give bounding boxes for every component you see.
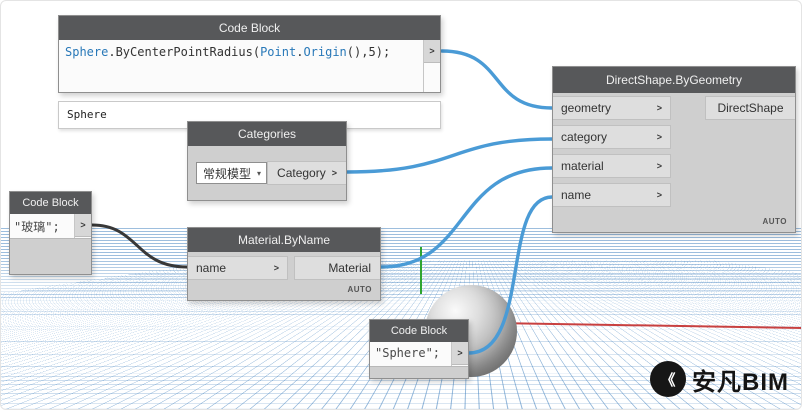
port-chevron-icon: > bbox=[657, 132, 662, 142]
code-input[interactable]: "玻璃"; bbox=[10, 214, 74, 238]
input-port-category[interactable]: category > bbox=[553, 125, 671, 149]
node-title[interactable]: Material.ByName bbox=[188, 228, 380, 252]
input-port-material[interactable]: material > bbox=[553, 154, 671, 178]
port-chevron-icon: > bbox=[80, 220, 85, 230]
port-chevron-icon: > bbox=[457, 348, 462, 358]
code-token: 5 bbox=[368, 45, 375, 59]
output-port-directshape[interactable]: DirectShape bbox=[705, 96, 795, 120]
port-label: geometry bbox=[561, 101, 611, 115]
wire-category-to-category[interactable] bbox=[347, 139, 552, 172]
brand-logo-icon: 《 bbox=[650, 361, 686, 397]
port-chevron-icon: > bbox=[332, 168, 337, 178]
port-label: name bbox=[196, 261, 226, 275]
code-token: .ByCenterPointRadius( bbox=[108, 45, 260, 59]
output-port-material[interactable]: Material bbox=[294, 256, 380, 280]
input-port-name[interactable]: name > bbox=[553, 183, 671, 207]
port-label: Material bbox=[328, 261, 371, 275]
port-label: category bbox=[561, 130, 607, 144]
node-title[interactable]: Code Block bbox=[10, 192, 91, 214]
port-chevron-icon: > bbox=[657, 190, 662, 200]
brand-name: 安凡BIM bbox=[692, 362, 789, 397]
code-input[interactable]: "Sphere"; bbox=[370, 342, 451, 366]
categories-node[interactable]: Categories 常规模型 ▾ Category > bbox=[187, 121, 347, 201]
port-chevron-icon: > bbox=[274, 263, 279, 273]
code-token: "玻璃"; bbox=[14, 220, 60, 234]
output-port[interactable]: > bbox=[424, 40, 440, 63]
node-title[interactable]: Code Block bbox=[370, 320, 468, 342]
code-token: ); bbox=[376, 45, 390, 59]
port-column: > bbox=[423, 40, 440, 92]
material-byname-node[interactable]: Material.ByName name > Material AUTO bbox=[187, 227, 381, 301]
watermark: 《 安凡BIM bbox=[650, 361, 789, 397]
logo-glyph: 《 bbox=[660, 369, 675, 390]
output-port-category[interactable]: Category > bbox=[267, 161, 346, 185]
node-title[interactable]: Code Block bbox=[59, 16, 440, 40]
input-port-name[interactable]: name > bbox=[188, 256, 288, 280]
port-label: DirectShape bbox=[717, 101, 783, 115]
port-label: name bbox=[561, 188, 591, 202]
code-token: Origin bbox=[303, 45, 346, 59]
output-port[interactable]: > bbox=[452, 342, 468, 365]
code-block-node-glass[interactable]: Code Block "玻璃"; > bbox=[9, 191, 92, 275]
port-label: material bbox=[561, 159, 604, 173]
dropdown-chevron-icon: ▾ bbox=[257, 169, 261, 178]
port-chevron-icon: > bbox=[657, 103, 662, 113]
dropdown-value: 常规模型 bbox=[203, 165, 251, 182]
node-title[interactable]: DirectShape.ByGeometry bbox=[553, 67, 795, 93]
port-chevron-icon: > bbox=[429, 46, 434, 56]
code-block-node-name[interactable]: Code Block "Sphere"; > bbox=[369, 319, 469, 379]
directshape-bygeometry-node[interactable]: DirectShape.ByGeometry geometry > Direct… bbox=[552, 66, 796, 233]
node-title[interactable]: Categories bbox=[188, 122, 346, 146]
wire-codeblock-to-name[interactable] bbox=[469, 197, 552, 353]
code-token: (), bbox=[347, 45, 369, 59]
output-port[interactable]: > bbox=[75, 214, 91, 237]
lacing-auto-label: AUTO bbox=[553, 212, 795, 232]
node-footer bbox=[370, 366, 468, 378]
node-footer bbox=[10, 238, 91, 274]
port-chevron-icon: > bbox=[657, 161, 662, 171]
code-token: Point bbox=[260, 45, 296, 59]
code-block-node-sphere-expr[interactable]: Code Block Sphere.ByCenterPointRadius(Po… bbox=[58, 15, 441, 93]
dynamo-workspace[interactable]: Code Block Sphere.ByCenterPointRadius(Po… bbox=[0, 0, 802, 410]
category-dropdown[interactable]: 常规模型 ▾ bbox=[196, 162, 267, 184]
code-token: Sphere bbox=[65, 45, 108, 59]
port-label: Category bbox=[277, 166, 326, 180]
port-column: > bbox=[451, 342, 468, 366]
code-token: "Sphere"; bbox=[375, 346, 440, 360]
wire-codeblock-to-geometry[interactable] bbox=[442, 51, 552, 108]
port-column: > bbox=[74, 214, 91, 238]
code-input[interactable]: Sphere.ByCenterPointRadius(Point.Origin(… bbox=[59, 40, 423, 92]
input-port-geometry[interactable]: geometry > bbox=[553, 96, 671, 120]
lacing-auto-label: AUTO bbox=[188, 280, 380, 300]
wire-codeblock-to-material-name[interactable] bbox=[92, 225, 187, 267]
